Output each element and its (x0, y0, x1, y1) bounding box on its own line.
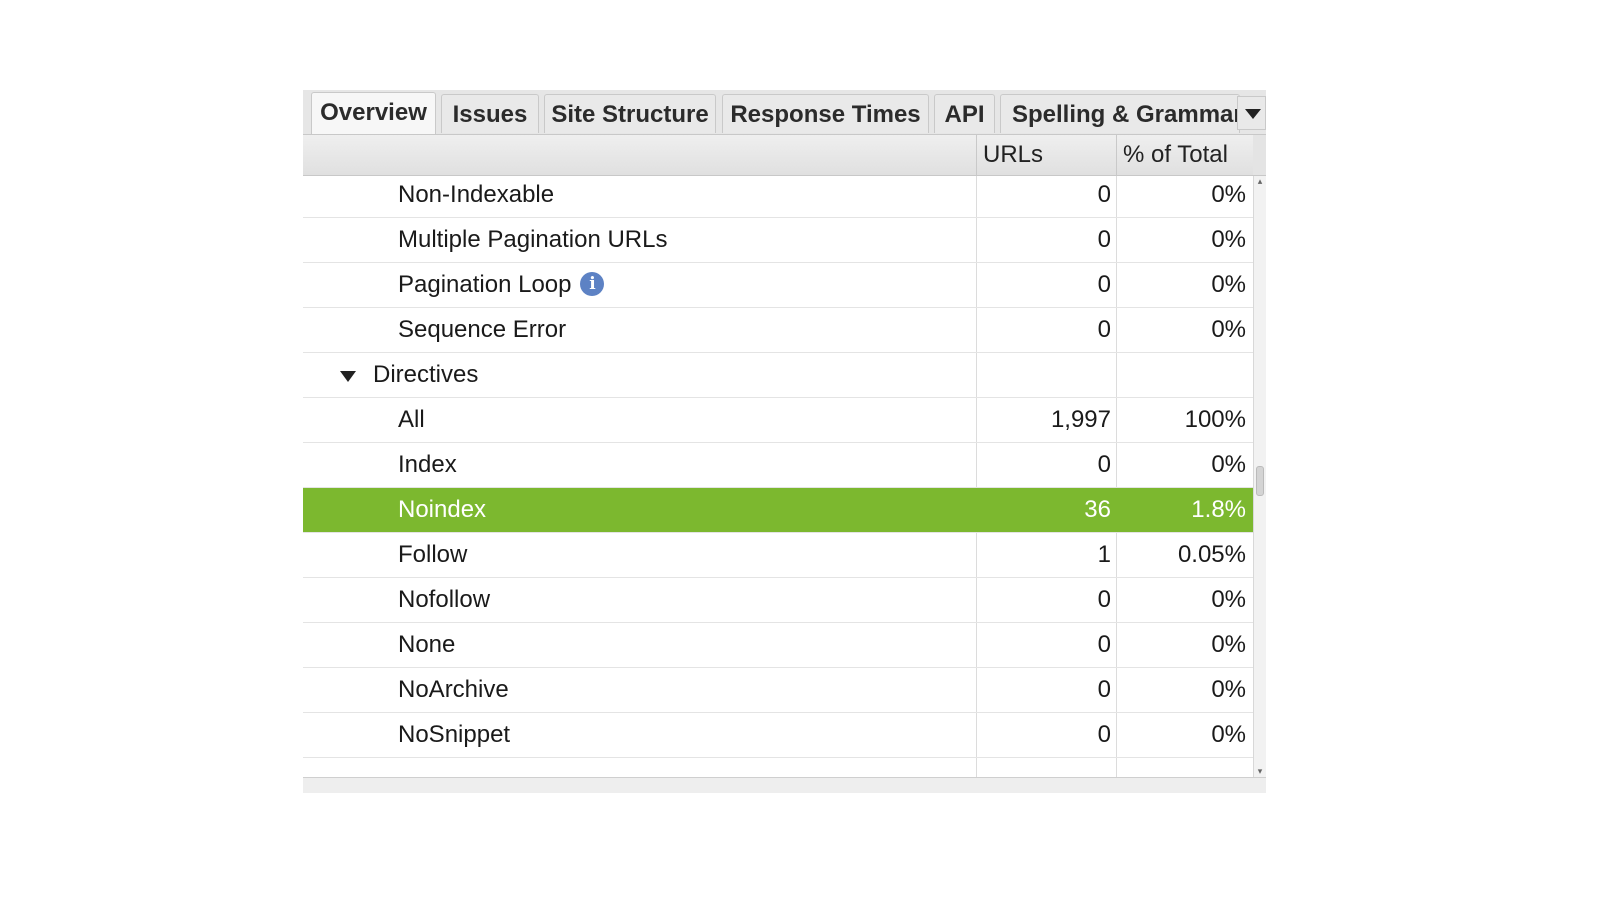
row-label: None (398, 623, 455, 667)
table-row[interactable]: Nofollow 0 0% (303, 578, 1253, 623)
table-row[interactable]: Pagination Loop i 0 0% (303, 263, 1253, 308)
row-label: Directives (373, 353, 478, 397)
scroll-down-icon[interactable]: ▾ (1255, 766, 1265, 777)
vertical-scrollbar[interactable]: ▴ ▾ (1253, 176, 1266, 777)
row-label-text: Pagination Loop (398, 271, 572, 298)
row-urls-value: 0 (1097, 451, 1111, 478)
row-label: Sequence Error (398, 308, 566, 352)
row-label: Follow (398, 533, 467, 577)
row-urls-value: 0 (1097, 181, 1111, 208)
row-label-text: Noindex (398, 496, 487, 523)
row-urls-value: 0 (1097, 721, 1111, 748)
overview-panel: Overview Issues Site Structure Response … (303, 90, 1266, 793)
table-body: Non-Indexable 0 0% Multiple Pagination URLs… (303, 176, 1253, 777)
tab-response-times[interactable]: Response Times (722, 94, 929, 133)
vertical-scroll-thumb[interactable] (1256, 466, 1264, 496)
row-percent-value: 0% (1211, 181, 1246, 208)
scroll-up-icon[interactable]: ▴ (1255, 176, 1265, 187)
row-label-text: Multiple Pagination URLs (398, 226, 668, 253)
chevron-down-icon (1245, 109, 1261, 119)
row-label-text: NoSnippet (398, 721, 511, 748)
table-row[interactable]: Non-Indexable 0 0% (303, 176, 1253, 218)
column-header-percent[interactable]: % of Total (1116, 135, 1253, 175)
row-label-text: Sequence Error (398, 316, 567, 343)
row-urls-value: 1,997 (1050, 406, 1111, 433)
row-percent-value: 0.05% (1177, 541, 1246, 568)
row-label-text: Nofollow (398, 586, 491, 613)
row-label-text: Directives (373, 361, 479, 388)
row-label: All (398, 398, 425, 442)
caret-down-icon[interactable] (340, 371, 356, 382)
row-percent-value: 0% (1211, 451, 1246, 478)
row-urls-value: 0 (1097, 226, 1111, 253)
info-icon[interactable]: i (580, 271, 605, 296)
column-header-urls[interactable]: URLs (976, 135, 1116, 175)
tab-site-structure[interactable]: Site Structure (544, 94, 716, 133)
row-label-text: Index (398, 451, 457, 478)
horizontal-scrollbar[interactable] (303, 777, 1266, 793)
tab-bar: Overview Issues Site Structure Response … (303, 90, 1266, 135)
tab-issues[interactable]: Issues (441, 94, 539, 133)
tab-spelling-grammar[interactable]: Spelling & Grammar (1000, 94, 1240, 133)
row-label: Multiple Pagination URLs (398, 218, 667, 262)
row-label-text: None (398, 631, 456, 658)
tab-api[interactable]: API (934, 94, 995, 133)
column-header-label[interactable] (303, 135, 976, 175)
table-row[interactable]: Follow 1 0.05% (303, 533, 1253, 578)
table-row[interactable]: NoArchive 0 0% (303, 668, 1253, 713)
row-urls-value: 1 (1097, 541, 1111, 568)
table-row[interactable]: NoSnippet 0 0% (303, 713, 1253, 758)
row-label: Nofollow (398, 578, 490, 622)
row-percent-value: 0% (1211, 226, 1246, 253)
table-row[interactable]: All 1,997 100% (303, 398, 1253, 443)
row-label: NoArchive (398, 668, 509, 712)
row-percent-value: 0% (1211, 316, 1246, 343)
row-urls-value: 36 (1084, 496, 1111, 523)
row-urls-value: 0 (1097, 316, 1111, 343)
table-row[interactable]: Noindex 36 1.8% (303, 488, 1253, 533)
header-corner (1253, 135, 1266, 176)
row-urls-value: 0 (1097, 676, 1111, 703)
row-percent-value: 1.8% (1191, 496, 1246, 523)
row-percent-value: 100% (1184, 406, 1246, 433)
row-urls-value: 0 (1097, 586, 1111, 613)
row-label: Index (398, 443, 457, 487)
row-label-text: Non-Indexable (398, 181, 555, 208)
row-percent-value: 0% (1211, 721, 1246, 748)
table-row[interactable]: Index 0 0% (303, 443, 1253, 488)
row-label: Noindex (398, 488, 486, 532)
row-label: Non-Indexable (398, 176, 554, 217)
row-label-text: All (398, 406, 425, 433)
row-percent-value: 0% (1211, 631, 1246, 658)
column-header-row: URLs % of Total (303, 135, 1253, 176)
row-urls-value: 0 (1097, 631, 1111, 658)
row-label: Pagination Loop i (398, 263, 605, 307)
tree-group-row[interactable]: Directives (303, 353, 1253, 398)
row-percent-value: 0% (1211, 586, 1246, 613)
table-row[interactable]: None 0 0% (303, 623, 1253, 668)
row-label: NoSnippet (398, 713, 510, 757)
table-row[interactable]: Multiple Pagination URLs 0 0% (303, 218, 1253, 263)
table-row[interactable]: Sequence Error 0 0% (303, 308, 1253, 353)
tab-overflow-dropdown[interactable] (1237, 96, 1266, 130)
row-label-text: Follow (398, 541, 468, 568)
tab-overview[interactable]: Overview (311, 92, 436, 134)
row-percent-value: 0% (1211, 676, 1246, 703)
row-urls-value: 0 (1097, 271, 1111, 298)
row-percent-value: 0% (1211, 271, 1246, 298)
row-label-text: NoArchive (398, 676, 509, 703)
